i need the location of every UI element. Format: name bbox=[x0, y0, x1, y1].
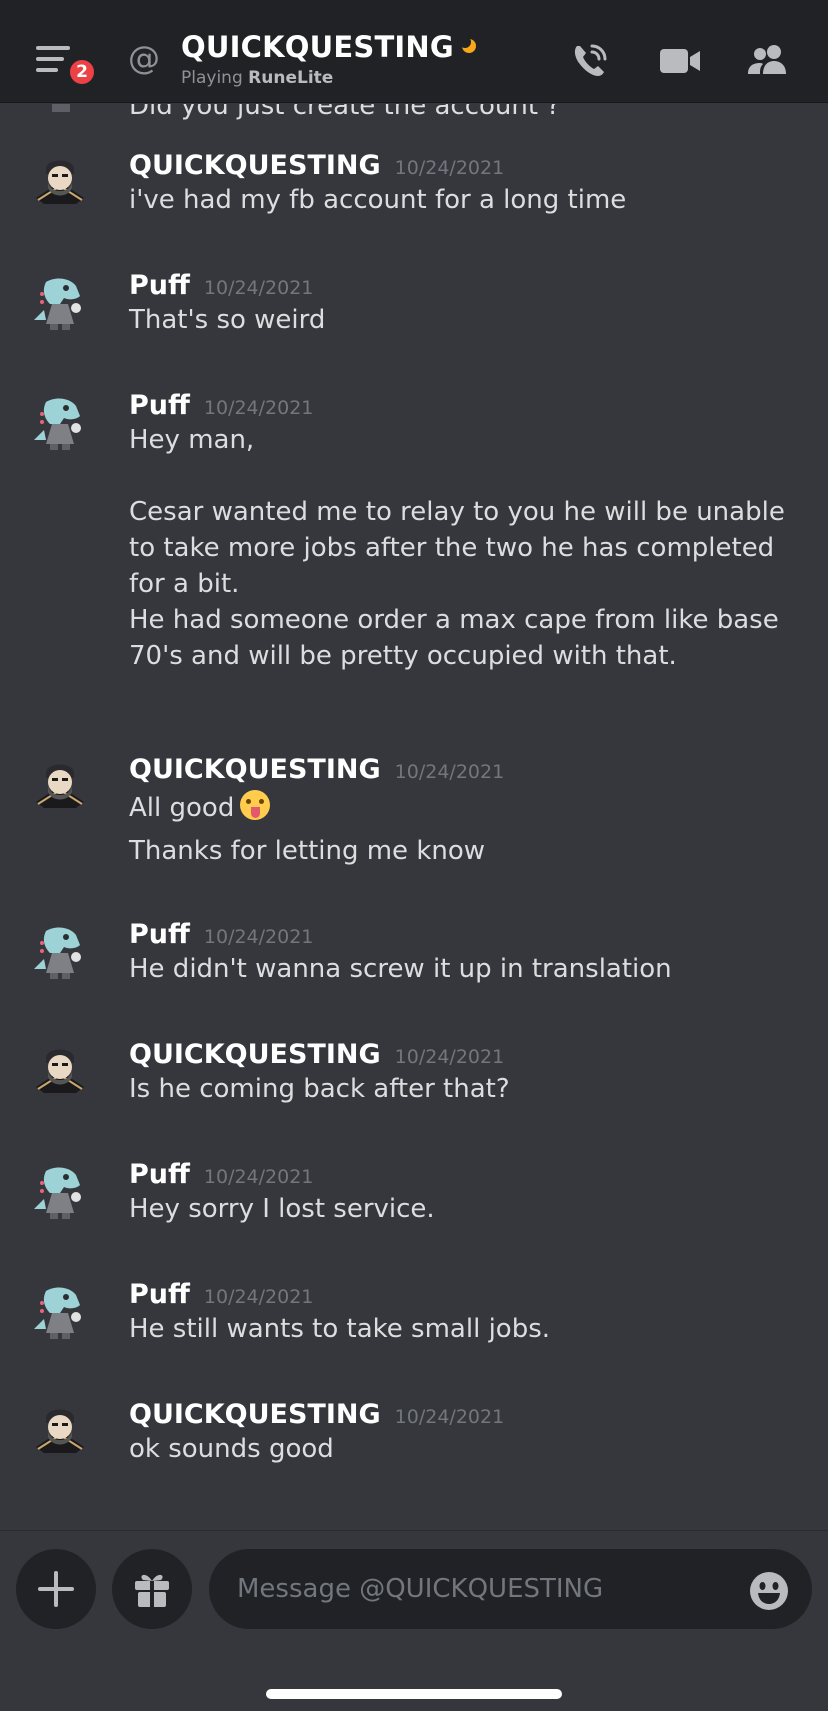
message-group[interactable]: QUICKQUESTING 10/24/2021 Is he coming back… bbox=[0, 1039, 828, 1104]
message-timestamp: 10/24/2021 bbox=[203, 277, 314, 299]
channel-header: 2 @ QUICKQUESTING Playing RuneLite bbox=[0, 0, 828, 103]
message-author[interactable]: Puff 10/24/2021 bbox=[129, 1159, 313, 1190]
message-author[interactable]: Puff 10/24/2021 bbox=[129, 1279, 313, 1310]
activity-prefix: Playing bbox=[181, 68, 243, 88]
message-timestamp: 10/24/2021 bbox=[394, 1406, 505, 1428]
puff-avatar[interactable] bbox=[30, 104, 90, 120]
author-name: Puff bbox=[129, 390, 190, 421]
message-text: That's so weird bbox=[129, 302, 809, 338]
message-text: Did you just create the account ? bbox=[129, 104, 561, 121]
quickquesting-avatar[interactable] bbox=[30, 1043, 90, 1103]
message-author[interactable]: QUICKQUESTING 10/24/2021 bbox=[129, 1039, 504, 1070]
message-timestamp: 10/24/2021 bbox=[394, 761, 505, 783]
gift-button[interactable] bbox=[112, 1549, 192, 1629]
message-timestamp: 10/24/2021 bbox=[394, 157, 505, 179]
activity-game: RuneLite bbox=[248, 68, 334, 88]
message-content: That's so weird bbox=[129, 305, 326, 335]
unread-badge: 2 bbox=[66, 56, 98, 88]
message-text: ok sounds good bbox=[129, 1431, 809, 1467]
message-content: ok sounds good bbox=[129, 1434, 334, 1464]
message-author[interactable]: Puff 10/24/2021 bbox=[129, 390, 313, 421]
puff-avatar[interactable] bbox=[30, 394, 90, 454]
message-content: Hey sorry I lost service. bbox=[129, 1194, 435, 1224]
author-name: QUICKQUESTING bbox=[129, 1399, 381, 1430]
message-group[interactable]: Puff 10/24/2021 Hey sorry I lost service. bbox=[0, 1159, 828, 1224]
puff-avatar[interactable] bbox=[30, 1163, 90, 1223]
message-text: He didn't wanna screw it up in translati… bbox=[129, 951, 809, 987]
author-name: Puff bbox=[129, 1159, 190, 1190]
quickquesting-avatar[interactable] bbox=[30, 1403, 90, 1463]
message-author[interactable]: Puff 10/24/2021 bbox=[129, 270, 313, 301]
message-content: All good bbox=[129, 793, 235, 823]
message-content: Is he coming back after that? bbox=[129, 1074, 510, 1104]
quickquesting-avatar[interactable] bbox=[30, 154, 90, 214]
message-text: Thanks for letting me know bbox=[129, 833, 809, 869]
message-timestamp: 10/24/2021 bbox=[203, 1166, 314, 1188]
puff-avatar[interactable] bbox=[30, 923, 90, 983]
message-timestamp: 10/24/2021 bbox=[203, 397, 314, 419]
author-name: Puff bbox=[129, 919, 190, 950]
idle-status-icon bbox=[458, 36, 476, 53]
video-icon[interactable] bbox=[658, 40, 702, 80]
message-content: i've had my fb account for a long time bbox=[129, 185, 627, 215]
message-text: Is he coming back after that? bbox=[129, 1071, 809, 1107]
author-name: Puff bbox=[129, 270, 190, 301]
author-name: Puff bbox=[129, 1279, 190, 1310]
message-group[interactable]: Puff 10/24/2021 Hey man, Cesar wanted me t… bbox=[0, 390, 828, 671]
message-group[interactable]: Puff 10/24/2021 He still wants to take sma… bbox=[0, 1279, 828, 1344]
message-content: He didn't wanna screw it up in translati… bbox=[129, 954, 672, 984]
members-icon[interactable] bbox=[746, 40, 790, 80]
quickquesting-avatar[interactable] bbox=[30, 758, 90, 818]
message-author[interactable]: Puff 10/24/2021 bbox=[129, 919, 313, 950]
at-icon: @ bbox=[128, 39, 160, 77]
message-group[interactable]: Puff 10/24/2021 He didn't wanna screw it u… bbox=[0, 919, 828, 984]
message-content: Thanks for letting me know bbox=[129, 836, 486, 866]
message-group[interactable]: QUICKQUESTING 10/24/2021 All good Thanks fo… bbox=[0, 754, 828, 866]
message-list[interactable]: Did you just create the account ? QUICKQ… bbox=[0, 104, 828, 1530]
message-author[interactable]: QUICKQUESTING 10/24/2021 bbox=[129, 150, 504, 181]
message-group[interactable]: QUICKQUESTING 10/24/2021 i've had my fb ac… bbox=[0, 150, 828, 215]
author-name: QUICKQUESTING bbox=[129, 150, 381, 181]
message-timestamp: 10/24/2021 bbox=[203, 926, 314, 948]
message-group[interactable]: Puff 10/24/2021 That's so weird bbox=[0, 270, 828, 335]
message-group[interactable]: QUICKQUESTING 10/24/2021 ok sounds good bbox=[0, 1399, 828, 1464]
message-input[interactable] bbox=[209, 1549, 812, 1629]
tongue-emoji-icon bbox=[240, 790, 271, 820]
dm-username: QUICKQUESTING bbox=[181, 30, 454, 64]
message-text: He still wants to take small jobs. bbox=[129, 1311, 809, 1347]
message-text: i've had my fb account for a long time bbox=[129, 182, 809, 218]
plus-icon bbox=[38, 1571, 74, 1607]
gift-icon bbox=[135, 1574, 169, 1607]
message-text: Hey man, Cesar wanted me to relay to you… bbox=[129, 422, 809, 674]
message-content: Hey man, Cesar wanted me to relay to you… bbox=[129, 425, 785, 671]
message-author[interactable]: QUICKQUESTING 10/24/2021 bbox=[129, 1399, 504, 1430]
message-timestamp: 10/24/2021 bbox=[394, 1046, 505, 1068]
puff-avatar[interactable] bbox=[30, 274, 90, 334]
emoji-icon[interactable] bbox=[749, 1571, 789, 1611]
message-author[interactable]: QUICKQUESTING 10/24/2021 bbox=[129, 754, 504, 785]
author-name: QUICKQUESTING bbox=[129, 1039, 381, 1070]
call-icon[interactable] bbox=[568, 40, 612, 80]
message-composer bbox=[0, 1530, 828, 1711]
attach-button[interactable] bbox=[16, 1549, 96, 1629]
message-timestamp: 10/24/2021 bbox=[203, 1286, 314, 1308]
channel-title[interactable]: QUICKQUESTING bbox=[181, 30, 476, 64]
author-name: QUICKQUESTING bbox=[129, 754, 381, 785]
message-content: He still wants to take small jobs. bbox=[129, 1314, 551, 1344]
message-text: All good bbox=[129, 786, 809, 826]
activity-status: Playing RuneLite bbox=[181, 68, 333, 88]
message-text: Hey sorry I lost service. bbox=[129, 1191, 809, 1227]
home-indicator bbox=[266, 1689, 562, 1699]
puff-avatar[interactable] bbox=[30, 1283, 90, 1343]
